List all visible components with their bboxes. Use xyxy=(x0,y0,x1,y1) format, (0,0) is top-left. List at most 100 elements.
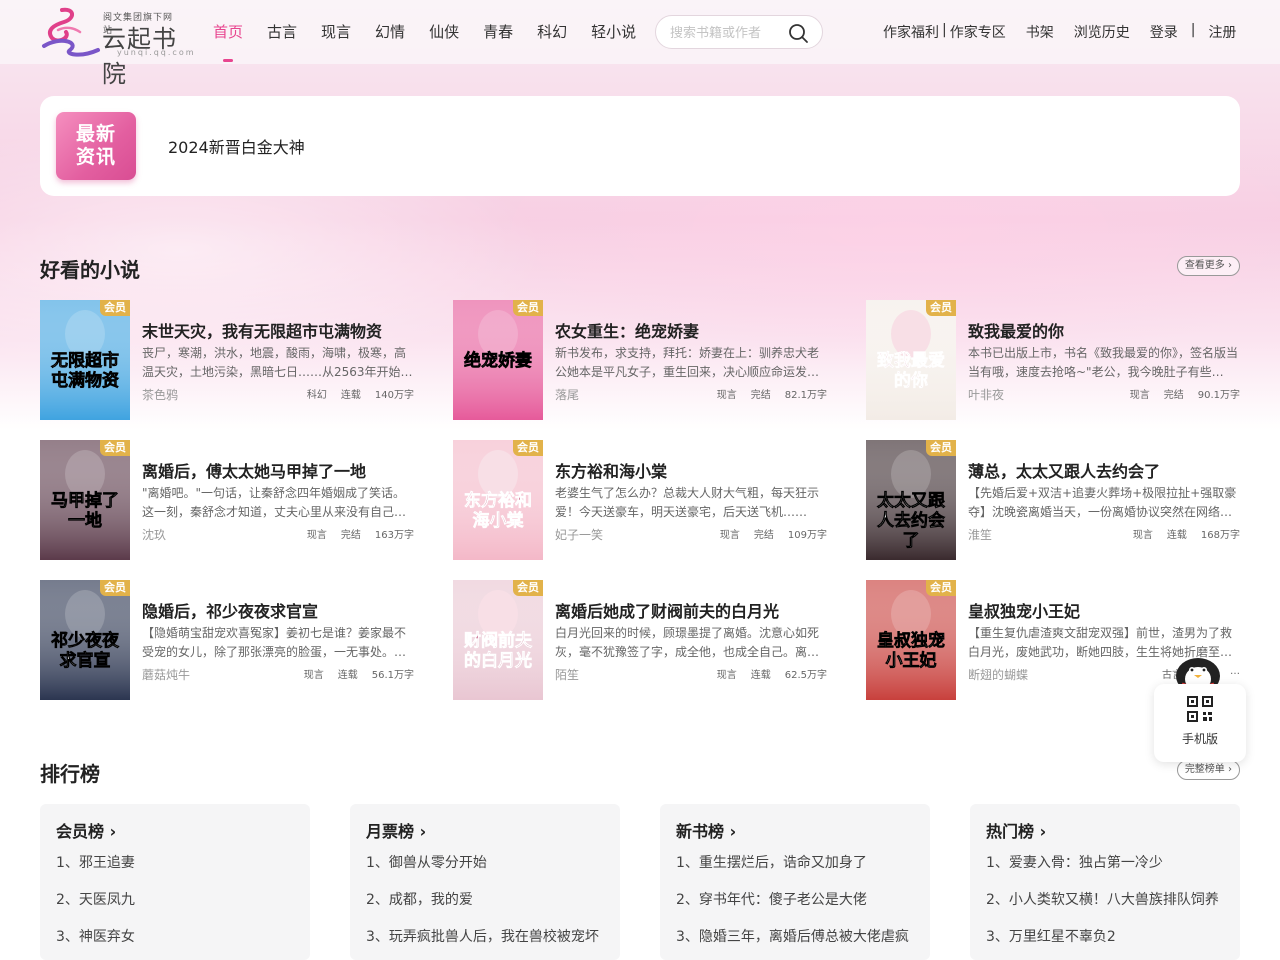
history-link[interactable]: 浏览历史 xyxy=(1074,22,1130,42)
svg-text:的白月光: 的白月光 xyxy=(464,650,532,671)
ranking-card: 月票榜 › 1、御兽从零分开始 2、成都，我的爱 3、玩弄疯批兽人后，我在兽校被宠坏 xyxy=(350,804,620,960)
book-title[interactable]: 离婚后，傅太太她马甲掉了一地 xyxy=(142,458,414,482)
link-divider: | xyxy=(942,22,947,38)
nav-home[interactable]: 首页 xyxy=(213,20,243,62)
nav-light-novel[interactable]: 轻小说 xyxy=(591,20,636,44)
ranking-item[interactable]: 3、万里红星不辜负2 xyxy=(986,926,1236,946)
book-cover[interactable]: 祁少夜夜 求官宣 会员 xyxy=(40,580,130,700)
ranking-card: 新书榜 › 1、重生摆烂后，诰命又加身了 2、穿书年代：傻子老公是大佬 3、隐婚三年，… xyxy=(660,804,930,960)
ranking-item[interactable]: 2、成都，我的爱 xyxy=(366,889,616,909)
vip-badge: 会员 xyxy=(926,440,956,456)
book-cover[interactable]: 财阀前夫 的白月光 会员 xyxy=(453,580,543,700)
book-author[interactable]: 妃子一笑 xyxy=(555,526,603,543)
book-title[interactable]: 东方裕和海小棠 xyxy=(555,458,827,482)
book-title[interactable]: 致我最爱的你 xyxy=(968,318,1240,342)
nav-huanqing[interactable]: 幻情 xyxy=(375,20,405,44)
nav-xianxia[interactable]: 仙侠 xyxy=(429,20,459,44)
book-genre-tag: 现言 xyxy=(1129,390,1150,401)
link-divider: | xyxy=(1190,22,1196,38)
book-title[interactable]: 农女重生：绝宠娇妻 xyxy=(555,318,827,342)
book-wordcount-tag: 163万字 xyxy=(374,530,414,541)
book-card[interactable]: 无限超市 屯满物资 会员 末世天灾，我有无限超市屯满物资丧尸，寒潮，洪水，地震，酸雨，… xyxy=(40,300,414,420)
book-author[interactable]: 叶非夜 xyxy=(968,386,1004,403)
book-title[interactable]: 薄总，太太又跟人去约会了 xyxy=(968,458,1240,482)
ranking-item[interactable]: 3、玩弄疯批兽人后，我在兽校被宠坏 xyxy=(366,926,616,946)
section-title-good-novels: 好看的小说 xyxy=(40,258,140,282)
ranking-item[interactable]: 1、重生摆烂后，诰命又加身了 xyxy=(676,852,926,872)
book-description: 白月光回来的时候，顾璟墨提了离婚。沈意心如死灰，毫不犹豫签了字，成全他，也成全自… xyxy=(555,626,820,659)
book-cover-art: 无限超市屯满物资 xyxy=(40,300,130,420)
vip-badge: 会员 xyxy=(513,440,543,456)
ranking-item[interactable]: 2、天医凤九 xyxy=(56,889,306,909)
book-status-tag: 连载 xyxy=(1166,530,1187,541)
book-card[interactable]: 财阀前夫 的白月光 会员 离婚后她成了财阀前夫的白月光白月光回来的时候，顾璟墨提了离婚… xyxy=(453,580,827,700)
search-icon[interactable] xyxy=(787,22,809,44)
bookshelf-link[interactable]: 书架 xyxy=(1026,22,1054,42)
mobile-version-label: 手机版 xyxy=(1181,732,1218,746)
register-link[interactable]: 注册 xyxy=(1208,22,1236,42)
book-genre-tag: 现言 xyxy=(303,670,324,681)
book-status-tag: 完结 xyxy=(753,530,774,541)
book-card[interactable]: 祁少夜夜 求官宣 会员 隐婚后，祁少夜夜求官宣 【隐婚萌宝甜宠欢喜冤家】姜初七是谁？姜家… xyxy=(40,580,414,700)
book-card[interactable]: 太太又跟 人去约会了会员 薄总，太太又跟人去约会了 【先婚后爱+双洁+追妻火葬场+极限… xyxy=(866,440,1240,560)
book-title[interactable]: 离婚后她成了财阀前夫的白月光 xyxy=(555,598,827,622)
book-author[interactable]: 断翅的蝴蝶 xyxy=(968,666,1028,683)
book-cover[interactable]: 东方裕和 海小棠 会员 xyxy=(453,440,543,560)
book-author[interactable]: 陌笙 xyxy=(555,666,579,683)
book-card[interactable]: 马甲掉了 一地 会员 离婚后，傅太太她马甲掉了一地 "离婚吧。"一句话，让秦舒念四年婚姻… xyxy=(40,440,414,560)
book-cover[interactable]: 马甲掉了 一地 会员 xyxy=(40,440,130,560)
ranking-item[interactable]: 1、御兽从零分开始 xyxy=(366,852,616,872)
full-ranking-button[interactable]: 完整榜单 › xyxy=(1176,760,1240,780)
ranking-card-title[interactable]: 会员榜 › xyxy=(56,818,116,842)
ranking-item[interactable]: 1、邪王追妻 xyxy=(56,852,306,872)
book-cover[interactable]: 太太又跟 人去约会了会员 xyxy=(866,440,956,560)
author-welfare-link[interactable]: 作家福利 xyxy=(883,22,939,42)
login-link[interactable]: 登录 xyxy=(1150,22,1178,42)
ranking-card-title[interactable]: 月票榜 › xyxy=(366,818,426,842)
book-card[interactable]: 致我最爱 的你 会员 致我最爱的你 本书已出版上市，书名《致我最爱的你》，签名版当当有哦… xyxy=(866,300,1240,420)
book-cover[interactable]: 皇叔独宠 小王妃 会员 xyxy=(866,580,956,700)
book-title[interactable]: 皇叔独宠小王妃 xyxy=(968,598,1240,622)
author-zone-link[interactable]: 作家专区 xyxy=(950,22,1006,42)
search-input[interactable] xyxy=(670,23,788,43)
book-title[interactable]: 隐婚后，祁少夜夜求官宣 xyxy=(142,598,414,622)
book-cover[interactable]: 无限超市 屯满物资 会员 xyxy=(40,300,130,420)
book-title[interactable]: 末世天灾，我有无限超市屯满物资 xyxy=(142,318,414,342)
qr-code-icon xyxy=(1187,696,1213,722)
svg-text:马甲掉了: 马甲掉了 xyxy=(51,490,119,511)
book-card[interactable]: 绝宠娇妻 会员 农女重生：绝宠娇妻 新书发布，求支持，拜托：娇妻在上：驯养忠犬老公她本… xyxy=(453,300,827,420)
book-author[interactable]: 茶色鸦 xyxy=(142,386,178,403)
ranking-item[interactable]: 2、小人类软又横！八大兽族排队饲养 xyxy=(986,889,1236,909)
ranking-card: 会员榜 › 1、邪王追妻 2、天医凤九 3、神医弃女 xyxy=(40,804,310,960)
site-logo[interactable]: 阅文集团旗下网站 云起书院 yunqi.qq.com xyxy=(40,6,194,88)
ranking-card-title[interactable]: 热门榜 › xyxy=(986,818,1046,842)
book-cover[interactable]: 绝宠娇妻 会员 xyxy=(453,300,543,420)
mobile-version-button[interactable]: 手机版 xyxy=(1154,684,1246,762)
ranking-item[interactable]: 3、隐婚三年，离婚后傅总被大佬虐疯 xyxy=(676,926,926,946)
view-more-button[interactable]: 查看更多 › xyxy=(1176,256,1240,276)
book-card[interactable]: 东方裕和 海小棠 会员 东方裕和海小棠 老婆生气了怎么办？总裁大人财大气粗，每天狂示爱！… xyxy=(453,440,827,560)
book-description: 丧尸，寒潮，洪水，地震，酸雨，海啸，极寒，高温天灾，土地污染，黑暗七日……从25… xyxy=(142,346,413,379)
nav-xianyan[interactable]: 现言 xyxy=(321,20,351,44)
ranking-item[interactable]: 2、穿书年代：傻子老公是大佬 xyxy=(676,889,926,909)
book-author[interactable]: 蘑菇炖牛 xyxy=(142,666,190,683)
book-author[interactable]: 落尾 xyxy=(555,386,579,403)
ranking-item[interactable]: 3、神医弃女 xyxy=(56,926,306,946)
book-cover[interactable]: 致我最爱 的你 会员 xyxy=(866,300,956,420)
vip-badge: 会员 xyxy=(926,300,956,316)
ranking-item[interactable]: 1、爱妻入骨：独占第一冷少 xyxy=(986,852,1236,872)
ranking-card-title[interactable]: 新书榜 › xyxy=(676,818,736,842)
book-cover-art: 致我最爱的你 xyxy=(866,300,956,420)
book-genre-tag: 现言 xyxy=(716,390,737,401)
news-headline[interactable]: 2024新晋白金大神 xyxy=(168,134,305,158)
nav-qingchun[interactable]: 青春 xyxy=(483,20,513,44)
nav-guyan[interactable]: 古言 xyxy=(267,20,297,44)
book-author[interactable]: 沈玖 xyxy=(142,526,166,543)
book-genre-tag: 现言 xyxy=(719,530,740,541)
svg-text:东方裕和: 东方裕和 xyxy=(464,490,532,511)
book-cover-art: 财阀前夫的白月光 xyxy=(453,580,543,700)
book-genre-tag: 现言 xyxy=(306,530,327,541)
book-author[interactable]: 淮笙 xyxy=(968,526,992,543)
nav-kehuan[interactable]: 科幻 xyxy=(537,20,567,44)
page: 阅文集团旗下网站 云起书院 yunqi.qq.com 首页 古言 现言 幻情 仙… xyxy=(0,0,1280,960)
